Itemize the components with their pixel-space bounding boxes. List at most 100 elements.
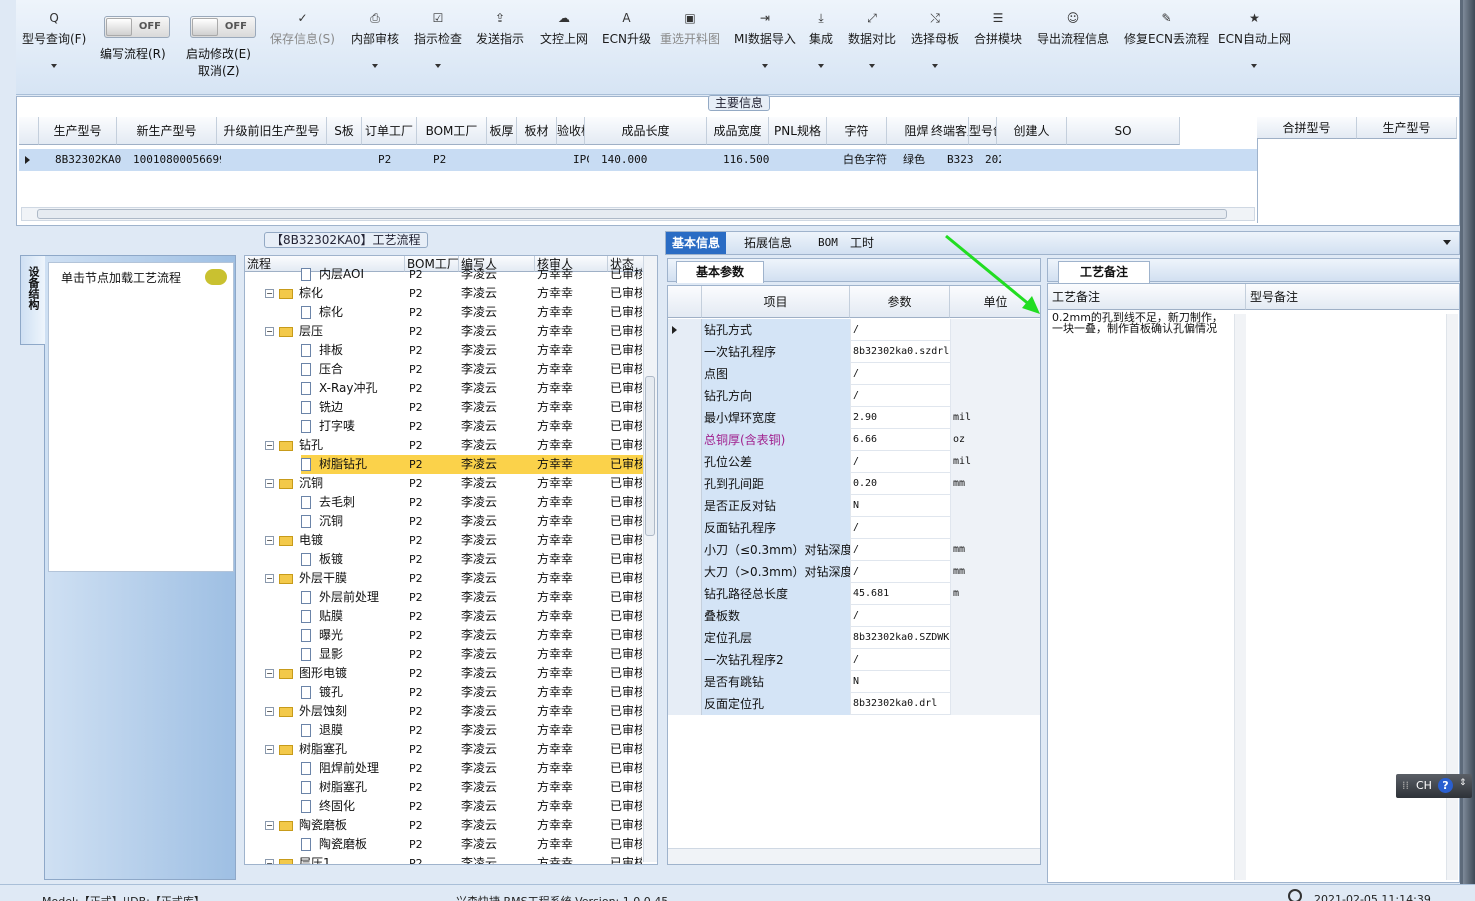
tree-row[interactable]: 打字唛 P2 李凌云 方幸幸 已审核 xyxy=(245,417,645,436)
collapse-icon[interactable]: − xyxy=(265,479,274,488)
param-value[interactable]: 6.66 xyxy=(850,429,950,451)
toolbar-button[interactable]: ⤢ 数据对比 xyxy=(848,10,896,68)
table-cell[interactable]: P2 xyxy=(376,149,421,171)
speech-bubble-icon[interactable] xyxy=(205,269,227,285)
tree-row[interactable]: 内层AOI P2 李凌云 方幸幸 已审核 xyxy=(245,265,645,284)
tree-row[interactable]: 树脂塞孔 P2 李凌云 方幸幸 已审核 xyxy=(245,778,645,797)
collapse-icon[interactable]: − xyxy=(265,745,274,754)
toolbar-button[interactable]: ⤓ 集成 xyxy=(809,10,833,68)
merge-column-header[interactable]: 合拼型号 xyxy=(1257,117,1357,139)
tree-row[interactable]: − 沉铜 P2 李凌云 方幸幸 已审核 xyxy=(245,474,645,493)
params-row[interactable]: 叠板数 / xyxy=(668,605,1040,627)
params-row[interactable]: 点图 / xyxy=(668,363,1040,385)
table-cell[interactable]: P2 xyxy=(431,149,491,171)
collapse-icon[interactable]: − xyxy=(265,669,274,678)
params-row[interactable]: 一次钻孔程序2/ xyxy=(668,649,1040,671)
toolbar-button[interactable]: ▣ 重选开料图 xyxy=(660,10,720,47)
toolbar-button[interactable]: ⇪ 发送指示 xyxy=(476,10,524,47)
table-cell[interactable]: 白色字符 xyxy=(841,149,891,171)
toolbar-label[interactable]: 编写流程(R) xyxy=(100,45,166,62)
table-cell[interactable]: 116.500 xyxy=(721,149,773,171)
params-row[interactable]: 钻孔方向 / xyxy=(668,385,1040,407)
toolbar-label[interactable]: 启动修改(E) xyxy=(186,45,251,62)
params-tab[interactable]: 基本参数 xyxy=(676,261,764,283)
table-cell[interactable]: 10010800056699 xyxy=(131,149,221,171)
merge-column-header[interactable]: 生产型号 xyxy=(1357,117,1457,139)
column-header[interactable]: 成品长度 xyxy=(585,117,707,145)
params-row[interactable]: 是否有跳钻 N xyxy=(668,671,1040,693)
tree-row[interactable]: 阻焊前处理 P2 李凌云 方幸幸 已审核 xyxy=(245,759,645,778)
params-row[interactable]: 是否正反对钻 N xyxy=(668,495,1040,517)
tree-vertical-scrollbar[interactable] xyxy=(643,256,657,862)
collapse-icon[interactable]: − xyxy=(265,327,274,336)
tree-row[interactable]: − 外层干膜 P2 李凌云 方幸幸 已审核 xyxy=(245,569,645,588)
param-value[interactable]: 45.681 xyxy=(850,583,950,605)
collapse-icon[interactable]: − xyxy=(265,289,274,298)
column-header[interactable]: S板 xyxy=(327,117,362,145)
toolbar-button[interactable]: ☑ 指示检查 xyxy=(414,10,462,68)
param-value[interactable]: 8b32302ka0.SZDWK xyxy=(850,627,950,649)
params-row[interactable]: 孔位公差 / mil xyxy=(668,451,1040,473)
dropdown-icon[interactable] xyxy=(372,64,378,68)
param-value[interactable]: N xyxy=(850,495,950,517)
collapse-icon[interactable]: − xyxy=(265,536,274,545)
param-value[interactable]: 2.90 xyxy=(850,407,950,429)
toggle-switch[interactable]: OFF xyxy=(190,16,256,38)
tree-row[interactable]: 贴膜 P2 李凌云 方幸幸 已审核 xyxy=(245,607,645,626)
tree-row[interactable]: 陶瓷磨板 P2 李凌云 方幸幸 已审核 xyxy=(245,835,645,854)
tabs-dropdown-icon[interactable] xyxy=(1443,240,1451,245)
param-value[interactable]: 0.20 xyxy=(850,473,950,495)
column-header[interactable]: 成品宽度 xyxy=(707,117,769,145)
process-remark-text[interactable]: 0.2mm的孔到线不足，新刀制作，一块一叠，制作首板确认孔偏情况 xyxy=(1052,312,1228,334)
params-row[interactable]: 反面定位孔 8b32302ka0.drl xyxy=(668,693,1040,715)
cancel-button[interactable]: 取消(Z) xyxy=(198,62,240,79)
toolbar-button[interactable]: ✎ 修复ECN丢流程 xyxy=(1124,10,1209,47)
tree-row[interactable]: − 陶瓷磨板 P2 李凌云 方幸幸 已审核 xyxy=(245,816,645,835)
dropdown-icon[interactable] xyxy=(761,64,768,68)
dropdown-icon[interactable] xyxy=(435,64,441,68)
param-value[interactable]: / xyxy=(850,649,950,671)
params-row[interactable]: 钻孔路径总长度 45.681 m xyxy=(668,583,1040,605)
param-value[interactable]: 8b32302ka0.drl xyxy=(850,693,950,715)
collapse-icon[interactable]: − xyxy=(265,821,274,830)
ime-menu-icon[interactable]: ⇕ xyxy=(1459,778,1467,788)
tab-3[interactable]: 工时 xyxy=(844,232,880,254)
tree-row[interactable]: 铣边 P2 李凌云 方幸幸 已审核 xyxy=(245,398,645,417)
tree-row[interactable]: − 图形电镀 P2 李凌云 方幸幸 已审核 xyxy=(245,664,645,683)
tree-row[interactable]: 显影 P2 李凌云 方幸幸 已审核 xyxy=(245,645,645,664)
param-value[interactable]: / xyxy=(850,451,950,473)
tree-row[interactable]: 板镀 P2 李凌云 方幸幸 已审核 xyxy=(245,550,645,569)
param-value[interactable]: 8b32302ka0.szdrl xyxy=(850,341,950,363)
params-row[interactable]: 一次钻孔程序 8b32302ka0.szdrl xyxy=(668,341,1040,363)
toolbar-button[interactable]: ☰ 合拼模块 xyxy=(974,10,1022,47)
column-header[interactable]: SO xyxy=(1067,117,1180,145)
params-row[interactable]: 钻孔方式 / xyxy=(668,319,1040,341)
table-cell[interactable]: 8B32302KA0 xyxy=(53,149,121,171)
column-header[interactable]: 新生产型号 xyxy=(117,117,217,145)
param-value[interactable]: / xyxy=(850,363,950,385)
column-header[interactable]: PNL规格 xyxy=(769,117,827,145)
params-row[interactable]: 孔到孔间距 0.20 mm xyxy=(668,473,1040,495)
dropdown-icon[interactable] xyxy=(51,64,58,68)
params-row[interactable]: 定位孔层 8b32302ka0.SZDWK xyxy=(668,627,1040,649)
dropdown-icon[interactable] xyxy=(869,64,875,68)
column-header[interactable]: 创建人 xyxy=(997,117,1067,145)
tab-0[interactable]: 基本信息 xyxy=(666,232,727,254)
collapse-icon[interactable]: − xyxy=(265,859,274,864)
column-header[interactable]: 型号创建时间 xyxy=(969,117,997,145)
column-header[interactable]: 订单工厂 xyxy=(362,117,417,145)
column-header[interactable]: 字符 xyxy=(827,117,887,145)
params-row[interactable]: 最小焊环宽度 2.90 mil xyxy=(668,407,1040,429)
params-row[interactable]: 大刀（>0.3mm）对钻深度 / mm xyxy=(668,561,1040,583)
toolbar-button[interactable]: ⇥ MI数据导入 xyxy=(734,10,796,68)
tree-row[interactable]: 树脂钻孔 P2 李凌云 方幸幸 已审核 xyxy=(245,455,651,474)
table-cell[interactable]: 140.000 xyxy=(599,149,711,171)
tree-row[interactable]: − 树脂塞孔 P2 李凌云 方幸幸 已审核 xyxy=(245,740,645,759)
tree-row[interactable]: 外层前处理 P2 李凌云 方幸幸 已审核 xyxy=(245,588,645,607)
column-header[interactable]: BOM工厂 xyxy=(417,117,487,145)
tree-row[interactable]: 压合 P2 李凌云 方幸幸 已审核 xyxy=(245,360,645,379)
tree-row[interactable]: − 电镀 P2 李凌云 方幸幸 已审核 xyxy=(245,531,645,550)
tree-row[interactable]: − 层压 P2 李凌云 方幸幸 已审核 xyxy=(245,322,645,341)
params-row[interactable]: 小刀（≤0.3mm）对钻深度 / mm xyxy=(668,539,1040,561)
toolbar-button[interactable]: ☁ 文控上网 xyxy=(540,10,588,47)
